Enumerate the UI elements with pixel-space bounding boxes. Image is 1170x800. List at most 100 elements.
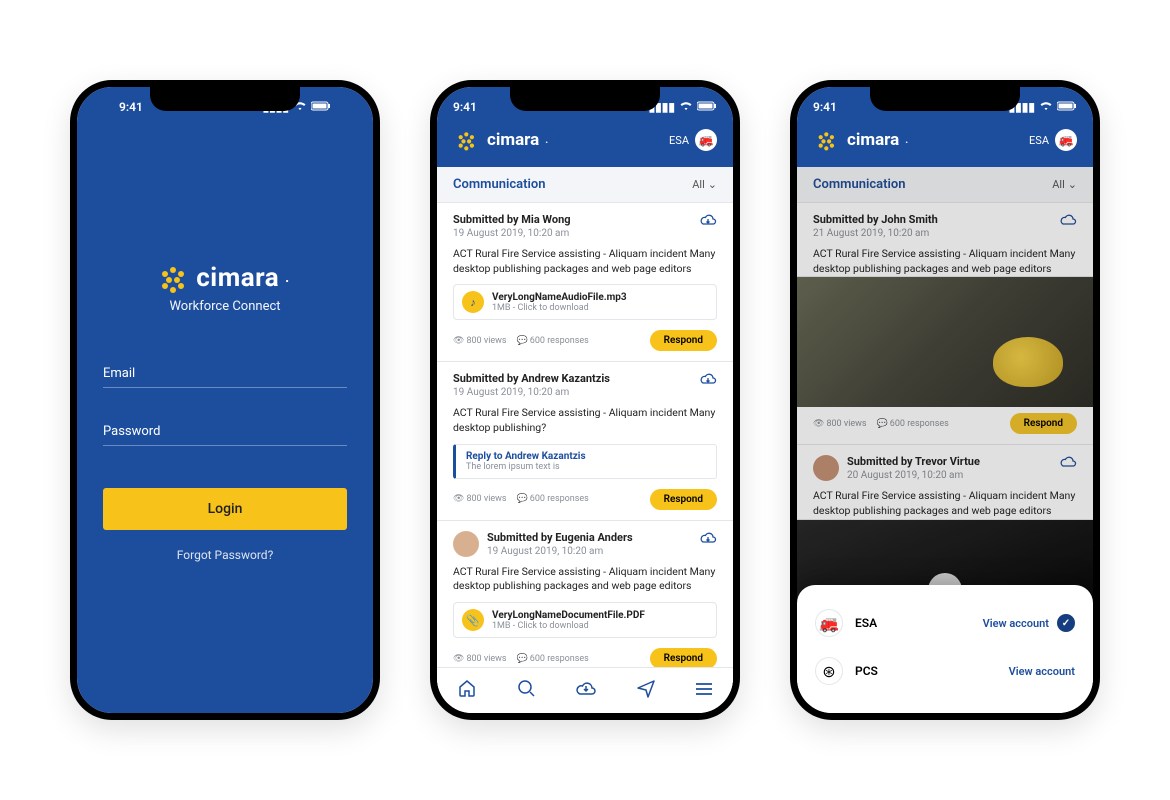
post-submitter: Submitted by Trevor Virtue <box>847 455 980 468</box>
password-field[interactable]: Password <box>103 424 347 446</box>
post-submitter: Submitted by Mia Wong <box>453 213 571 226</box>
post-image[interactable] <box>797 277 1093 407</box>
post-body: ACT Rural Fire Service assisting - Aliqu… <box>453 565 717 594</box>
post-stats: 800 views 600 responses <box>453 654 589 664</box>
views-count: 800 views <box>453 654 507 664</box>
tab-cloud-icon[interactable] <box>575 680 597 701</box>
tab-search-icon[interactable] <box>516 678 536 703</box>
header-brand: cimara. <box>453 127 548 153</box>
helmet-graphic <box>993 337 1063 387</box>
post-submitter: Submitted by Eugenia Anders <box>487 531 633 544</box>
login-button[interactable]: Login <box>103 488 347 530</box>
phone-feed: 9:41 ▮▮▮▮ cimara. <box>430 80 740 720</box>
account-row[interactable]: ⊛ PCS View account <box>815 647 1075 695</box>
filter-dropdown[interactable]: All ⌄ <box>692 178 717 191</box>
brand-name: cimara <box>196 263 279 293</box>
notch <box>150 87 300 111</box>
org-avatar-icon: 🚒 <box>695 129 717 151</box>
post-body: ACT Rural Fire Service assisting - Aliqu… <box>453 406 717 435</box>
respond-button[interactable]: Respond <box>1010 413 1077 434</box>
post-timestamp: 19 August 2019, 10:20 am <box>487 546 633 557</box>
logo-icon <box>160 265 188 291</box>
post-body: ACT Rural Fire Service assisting - Aliqu… <box>813 489 1077 518</box>
post-timestamp: 20 August 2019, 10:20 am <box>847 470 980 481</box>
account-avatar-icon: ⊛ <box>815 657 843 685</box>
cloud-download-icon[interactable] <box>1059 455 1077 472</box>
battery-icon <box>697 100 717 114</box>
post-body: ACT Rural Fire Service assisting - Aliqu… <box>453 247 717 276</box>
battery-icon <box>1057 100 1077 114</box>
responses-count: 600 responses <box>517 494 589 504</box>
attachment[interactable]: 📎 VeryLongNameDocumentFile.PDF 1MB - Cli… <box>453 602 717 638</box>
tab-bar <box>437 667 733 713</box>
post-card: Submitted by John Smith 21 August 2019, … <box>797 203 1093 277</box>
responses-count: 600 responses <box>877 419 949 429</box>
post-submitter: Submitted by John Smith <box>813 213 938 226</box>
post-stats: 800 views 600 responses <box>453 336 589 346</box>
phone-login: 9:41 ▮▮▮▮ <box>70 80 380 720</box>
post-timestamp: 21 August 2019, 10:20 am <box>813 228 938 239</box>
view-account-link[interactable]: View account <box>1009 665 1075 678</box>
respond-button[interactable]: Respond <box>650 330 717 351</box>
check-icon: ✓ <box>1057 614 1075 632</box>
tab-send-icon[interactable] <box>636 678 656 703</box>
battery-icon <box>311 100 331 114</box>
avatar <box>453 531 479 557</box>
view-account-link[interactable]: View account ✓ <box>983 614 1075 632</box>
phone-accounts: 9:41 ▮▮▮▮ cimara. <box>790 80 1100 720</box>
header-brand: cimara. <box>813 127 908 153</box>
post-submitter: Submitted by Andrew Kazantzis <box>453 372 610 385</box>
document-file-icon: 📎 <box>462 609 484 631</box>
post-card: Submitted by Trevor Virtue 20 August 201… <box>797 445 1093 519</box>
audio-file-icon: ♪ <box>462 291 484 313</box>
views-count: 800 views <box>453 336 507 346</box>
views-count: 800 views <box>453 494 507 504</box>
post-stats: 800 views 600 responses <box>453 494 589 504</box>
post-card: 800 views 600 responses Respond <box>797 407 1093 445</box>
post-body: ACT Rural Fire Service assisting - Aliqu… <box>813 247 1077 276</box>
avatar <box>813 455 839 481</box>
feed-screen: 9:41 ▮▮▮▮ cimara. <box>437 87 733 713</box>
email-field[interactable]: Email <box>103 366 347 388</box>
filter-dropdown[interactable]: All⌄ <box>1052 178 1077 191</box>
account-sheet: 🚒 ESA View account ✓ ⊛ PCS View account <box>797 585 1093 713</box>
notch <box>510 87 660 111</box>
respond-button[interactable]: Respond <box>650 648 717 669</box>
responses-count: 600 responses <box>517 654 589 664</box>
feed-list[interactable]: Submitted by Mia Wong 19 August 2019, 10… <box>437 203 733 711</box>
status-time: 9:41 <box>453 100 477 114</box>
cloud-download-icon[interactable] <box>699 213 717 230</box>
post-card: Submitted by Mia Wong 19 August 2019, 10… <box>437 203 733 362</box>
section-title: Communication <box>453 177 545 192</box>
notch <box>870 87 1020 111</box>
section-bar: Communication All ⌄ <box>437 167 733 203</box>
cloud-download-icon[interactable] <box>1059 213 1077 230</box>
attachment[interactable]: ♪ VeryLongNameAudioFile.mp3 1MB - Click … <box>453 284 717 320</box>
account-avatar-icon: 🚒 <box>815 609 843 637</box>
post-timestamp: 19 August 2019, 10:20 am <box>453 387 610 398</box>
account-row[interactable]: 🚒 ESA View account ✓ <box>815 599 1075 647</box>
post-timestamp: 19 August 2019, 10:20 am <box>453 228 571 239</box>
logo-icon <box>457 131 477 149</box>
views-count: 800 views <box>813 419 867 429</box>
status-time: 9:41 <box>119 100 143 114</box>
feed-screen-dimmed: 9:41 ▮▮▮▮ cimara. <box>797 87 1093 713</box>
wifi-icon <box>1039 100 1053 114</box>
cloud-download-icon[interactable] <box>699 372 717 389</box>
forgot-password-link[interactable]: Forgot Password? <box>103 548 347 562</box>
status-icons: ▮▮▮▮ <box>649 100 717 114</box>
reply-preview[interactable]: Reply to Andrew Kazantzis The lorem ipsu… <box>453 444 717 479</box>
status-icons: ▮▮▮▮ <box>1009 100 1077 114</box>
org-switcher[interactable]: ESA 🚒 <box>1029 129 1077 151</box>
tab-menu-icon[interactable] <box>695 680 713 701</box>
respond-button[interactable]: Respond <box>650 489 717 510</box>
brand-block: cimara. Workforce Connect <box>103 263 347 314</box>
chevron-down-icon: ⌄ <box>708 178 717 191</box>
org-switcher[interactable]: ESA 🚒 <box>669 129 717 151</box>
wifi-icon <box>679 100 693 114</box>
cloud-download-icon[interactable] <box>699 531 717 548</box>
section-title: Communication <box>813 177 905 192</box>
post-stats: 800 views 600 responses <box>813 419 949 429</box>
post-card: Submitted by Eugenia Anders 19 August 20… <box>437 521 733 680</box>
tab-home-icon[interactable] <box>457 678 477 703</box>
